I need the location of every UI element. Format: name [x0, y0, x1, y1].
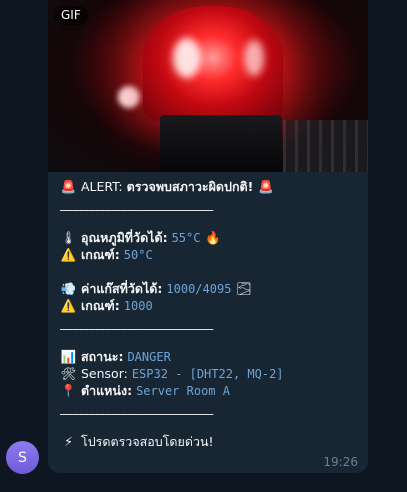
gas-icon: 💨	[60, 281, 77, 296]
sensor-value: ESP32 - [DHT22, MQ-2]	[131, 367, 284, 381]
gas-line: 💨 ค่าแก๊สที่วัดได้: 1000/4095 🌫	[60, 280, 360, 297]
gif-badge: GIF	[54, 6, 88, 25]
fire-icon: 🔥	[205, 230, 221, 245]
separator: _____________________________	[60, 196, 213, 211]
temp-label: อุณหภูมิที่วัดได้:	[80, 230, 168, 245]
status-line: 📊 สถานะ: DANGER	[60, 348, 360, 365]
siren-icon: 🚨	[258, 179, 274, 194]
gas-value: 1000/4095	[166, 282, 232, 296]
thermometer-icon: 🌡	[60, 230, 77, 245]
beacon-highlight-2	[244, 40, 264, 76]
location-line: 📍 ตำแหน่ง: Server Room A	[60, 382, 360, 399]
lightning-icon: ⚡	[64, 434, 73, 449]
temp-value: 55°C	[171, 231, 201, 245]
sensor-line: 🛠 Sensor: ESP32 - [DHT22, MQ-2]	[60, 365, 360, 382]
chart-icon: 📊	[60, 349, 77, 364]
temp-threshold-label: เกณฑ์:	[80, 247, 120, 262]
footer-line: ⚡ โปรดตรวจสอบโดยด่วน!	[60, 433, 360, 450]
sender-avatar[interactable]: S	[6, 441, 39, 474]
metal-grille	[283, 120, 368, 172]
temp-threshold-line: ⚠️ เกณฑ์: 50°C	[60, 246, 360, 263]
location-label: ตำแหน่ง:	[80, 383, 133, 398]
beacon-highlight	[173, 38, 201, 78]
sensor-label: Sensor:	[80, 366, 128, 381]
alert-text: ตรวจพบสภาวะผิดปกติ!	[126, 179, 254, 194]
tools-icon: 🛠	[60, 366, 77, 381]
status-value: DANGER	[127, 350, 171, 364]
temp-line: 🌡 อุณหภูมิที่วัดได้: 55°C 🔥	[60, 229, 360, 246]
gas-threshold-label: เกณฑ์:	[80, 298, 120, 313]
warning-icon: ⚠️	[60, 298, 77, 313]
background-light	[118, 86, 140, 108]
status-label: สถานะ:	[80, 349, 124, 364]
gas-threshold-line: ⚠️ เกณฑ์: 1000	[60, 297, 360, 314]
footer-text: โปรดตรวจสอบโดยด่วน!	[80, 434, 214, 449]
beacon-base	[160, 115, 282, 172]
avatar-letter: S	[18, 449, 27, 466]
gas-label: ค่าแก๊สที่วัดได้:	[80, 281, 163, 296]
gif-preview[interactable]: GIF	[48, 0, 368, 172]
message-time: 19:26	[323, 455, 358, 469]
gas-threshold-value: 1000	[123, 299, 153, 313]
pin-icon: 📍	[60, 383, 77, 398]
separator: _____________________________	[60, 315, 213, 330]
separator: _____________________________	[60, 400, 213, 415]
siren-icon: 🚨	[60, 179, 77, 194]
location-value: Server Room A	[136, 384, 230, 398]
message-text: 🚨 ALERT: ตรวจพบสภาวะผิดปกติ! 🚨 _________…	[60, 178, 360, 450]
fog-icon: 🌫	[235, 281, 252, 296]
message-bubble[interactable]: GIF 🚨 ALERT: ตรวจพบสภาวะผิดปกติ! 🚨 _____…	[48, 0, 368, 473]
temp-threshold-value: 50°C	[123, 248, 153, 262]
alert-line: 🚨 ALERT: ตรวจพบสภาวะผิดปกติ! 🚨	[60, 178, 360, 195]
alert-prefix: ALERT:	[80, 179, 123, 194]
warning-icon: ⚠️	[60, 247, 77, 262]
